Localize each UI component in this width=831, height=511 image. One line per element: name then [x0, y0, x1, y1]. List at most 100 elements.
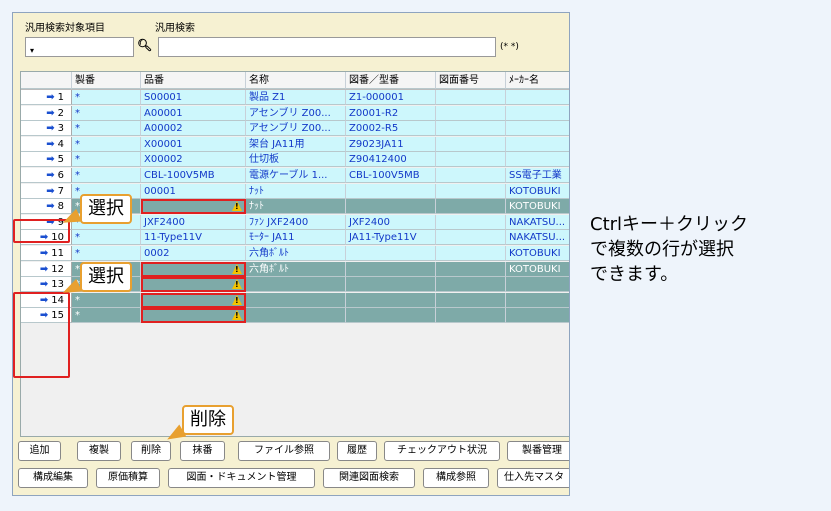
table-cell[interactable]: JA11-Type11V: [346, 230, 436, 246]
toolbar-button[interactable]: 履歴: [337, 441, 377, 461]
table-cell[interactable]: KOTOBUKI: [506, 199, 569, 215]
table-cell[interactable]: ﾓｰﾀｰ JA11: [246, 230, 346, 246]
toolbar-button[interactable]: ファイル参照: [238, 441, 330, 461]
table-cell[interactable]: [436, 292, 506, 308]
table-cell[interactable]: A00002: [141, 121, 246, 137]
table-cell[interactable]: *: [72, 230, 141, 246]
table-cell[interactable]: *: [72, 105, 141, 121]
table-cell[interactable]: 電源ケーブル 1...: [246, 168, 346, 183]
row-header[interactable]: ➡ 5: [21, 152, 72, 168]
table-cell[interactable]: [506, 121, 569, 137]
table-cell[interactable]: [346, 183, 436, 199]
table-cell[interactable]: [141, 261, 246, 277]
table-cell[interactable]: Z0001-R2: [346, 105, 436, 121]
toolbar-button[interactable]: 構成参照: [423, 468, 489, 488]
table-cell[interactable]: [436, 277, 506, 293]
table-cell[interactable]: [436, 136, 506, 152]
table-row[interactable]: ➡ 10 * 11-Type11V ﾓｰﾀｰ JA11 JA11-Type11V NAKAT…: [21, 230, 569, 246]
table-cell[interactable]: [246, 292, 346, 308]
table-cell[interactable]: *: [72, 246, 141, 261]
table-cell[interactable]: KOTOBUKI: [506, 183, 569, 199]
toolbar-button[interactable]: 関連図面検索: [323, 468, 415, 488]
table-cell[interactable]: *: [72, 90, 141, 105]
row-header[interactable]: ➡ 12: [21, 261, 72, 277]
table-cell[interactable]: アセンブリ Z00...: [246, 121, 346, 137]
table-cell[interactable]: [436, 261, 506, 277]
table-cell[interactable]: CBL-100V5MB: [346, 168, 436, 183]
toolbar-button[interactable]: 構成編集: [18, 468, 88, 488]
table-cell[interactable]: [506, 136, 569, 152]
table-cell[interactable]: SS電子工業: [506, 168, 569, 183]
column-header[interactable]: 図面番号: [436, 72, 506, 89]
table-cell[interactable]: [506, 90, 569, 105]
table-row[interactable]: ➡ 1 * S00001 製品 Z1 Z1-000001: [21, 90, 569, 105]
table-cell[interactable]: [141, 277, 246, 293]
row-header[interactable]: ➡ 2: [21, 105, 72, 121]
table-cell[interactable]: [506, 308, 569, 324]
table-cell[interactable]: X00002: [141, 152, 246, 168]
table-cell[interactable]: Z1-000001: [346, 90, 436, 105]
table-row[interactable]: ➡ 4 * X00001 架台 JA11用 Z9023JA11: [21, 136, 569, 152]
toolbar-button[interactable]: 削除: [131, 441, 171, 461]
table-row[interactable]: ➡ 5 * X00002 仕切板 Z90412400: [21, 152, 569, 168]
toolbar-button[interactable]: 図面・ドキュメント管理: [168, 468, 315, 488]
table-cell[interactable]: KOTOBUKI: [506, 246, 569, 261]
table-cell[interactable]: [506, 292, 569, 308]
table-cell[interactable]: *: [72, 292, 141, 308]
table-cell[interactable]: [506, 277, 569, 293]
column-header[interactable]: 図番／型番: [346, 72, 436, 89]
table-row[interactable]: ➡ 2 * A00001 アセンブリ Z00... Z0001-R2: [21, 105, 569, 121]
table-cell[interactable]: [436, 168, 506, 183]
column-header[interactable]: 品番: [141, 72, 246, 89]
table-cell[interactable]: 0002: [141, 246, 246, 261]
table-cell[interactable]: 00001: [141, 183, 246, 199]
table-cell[interactable]: NAKATSU...: [506, 230, 569, 246]
search-icon[interactable]: 🔍︎: [137, 38, 153, 56]
toolbar-button[interactable]: 製番管理: [507, 441, 569, 461]
table-cell[interactable]: Z0002-R5: [346, 121, 436, 137]
table-cell[interactable]: 仕切板: [246, 152, 346, 168]
search-input[interactable]: [158, 37, 496, 57]
table-cell[interactable]: [436, 214, 506, 230]
table-cell[interactable]: S00001: [141, 90, 246, 105]
table-row[interactable]: ➡ 11 * 0002 六角ﾎﾞﾙﾄ KOTOBUKI: [21, 246, 569, 261]
table-cell[interactable]: [436, 90, 506, 105]
row-header[interactable]: ➡ 4: [21, 136, 72, 152]
table-cell[interactable]: *: [72, 121, 141, 137]
table-cell[interactable]: *: [72, 152, 141, 168]
toolbar-button[interactable]: 抹番: [180, 441, 225, 461]
table-cell[interactable]: Z90412400: [346, 152, 436, 168]
table-cell[interactable]: [436, 183, 506, 199]
column-header[interactable]: 製番: [72, 72, 141, 89]
row-header[interactable]: ➡ 11: [21, 246, 72, 261]
toolbar-button[interactable]: 複製: [77, 441, 121, 461]
table-cell[interactable]: [436, 308, 506, 324]
table-cell[interactable]: ﾌｧﾝ JXF2400: [246, 214, 346, 230]
table-cell[interactable]: [506, 152, 569, 168]
table-cell[interactable]: [141, 308, 246, 324]
table-cell[interactable]: JXF2400: [141, 214, 246, 230]
column-header[interactable]: 名称: [246, 72, 346, 89]
table-row[interactable]: ➡ 6 * CBL-100V5MB 電源ケーブル 1... CBL-100V5MB SS電子…: [21, 168, 569, 183]
toolbar-button[interactable]: 原価積算: [96, 468, 160, 488]
table-cell[interactable]: [436, 105, 506, 121]
table-cell[interactable]: ﾅｯﾄ: [246, 183, 346, 199]
table-cell[interactable]: *: [72, 168, 141, 183]
table-cell[interactable]: 六角ﾎﾞﾙﾄ: [246, 246, 346, 261]
row-header[interactable]: ➡ 3: [21, 121, 72, 137]
toolbar-button[interactable]: 追加: [18, 441, 61, 461]
row-header[interactable]: ➡ 1: [21, 90, 72, 105]
table-cell[interactable]: JXF2400: [346, 214, 436, 230]
table-cell[interactable]: 六角ﾎﾞﾙﾄ: [246, 261, 346, 277]
table-cell[interactable]: [436, 246, 506, 261]
column-header[interactable]: ﾒｰｶｰ名: [506, 72, 569, 89]
table-cell[interactable]: [436, 199, 506, 215]
table-row[interactable]: ➡ 15 *!: [21, 308, 569, 324]
table-cell[interactable]: CBL-100V5MB: [141, 168, 246, 183]
search-target-select[interactable]: ▾: [25, 37, 134, 57]
table-cell[interactable]: [246, 308, 346, 324]
table-cell[interactable]: *: [72, 136, 141, 152]
table-cell[interactable]: [346, 292, 436, 308]
table-cell[interactable]: [346, 246, 436, 261]
table-row[interactable]: ➡ 14 *!: [21, 292, 569, 308]
